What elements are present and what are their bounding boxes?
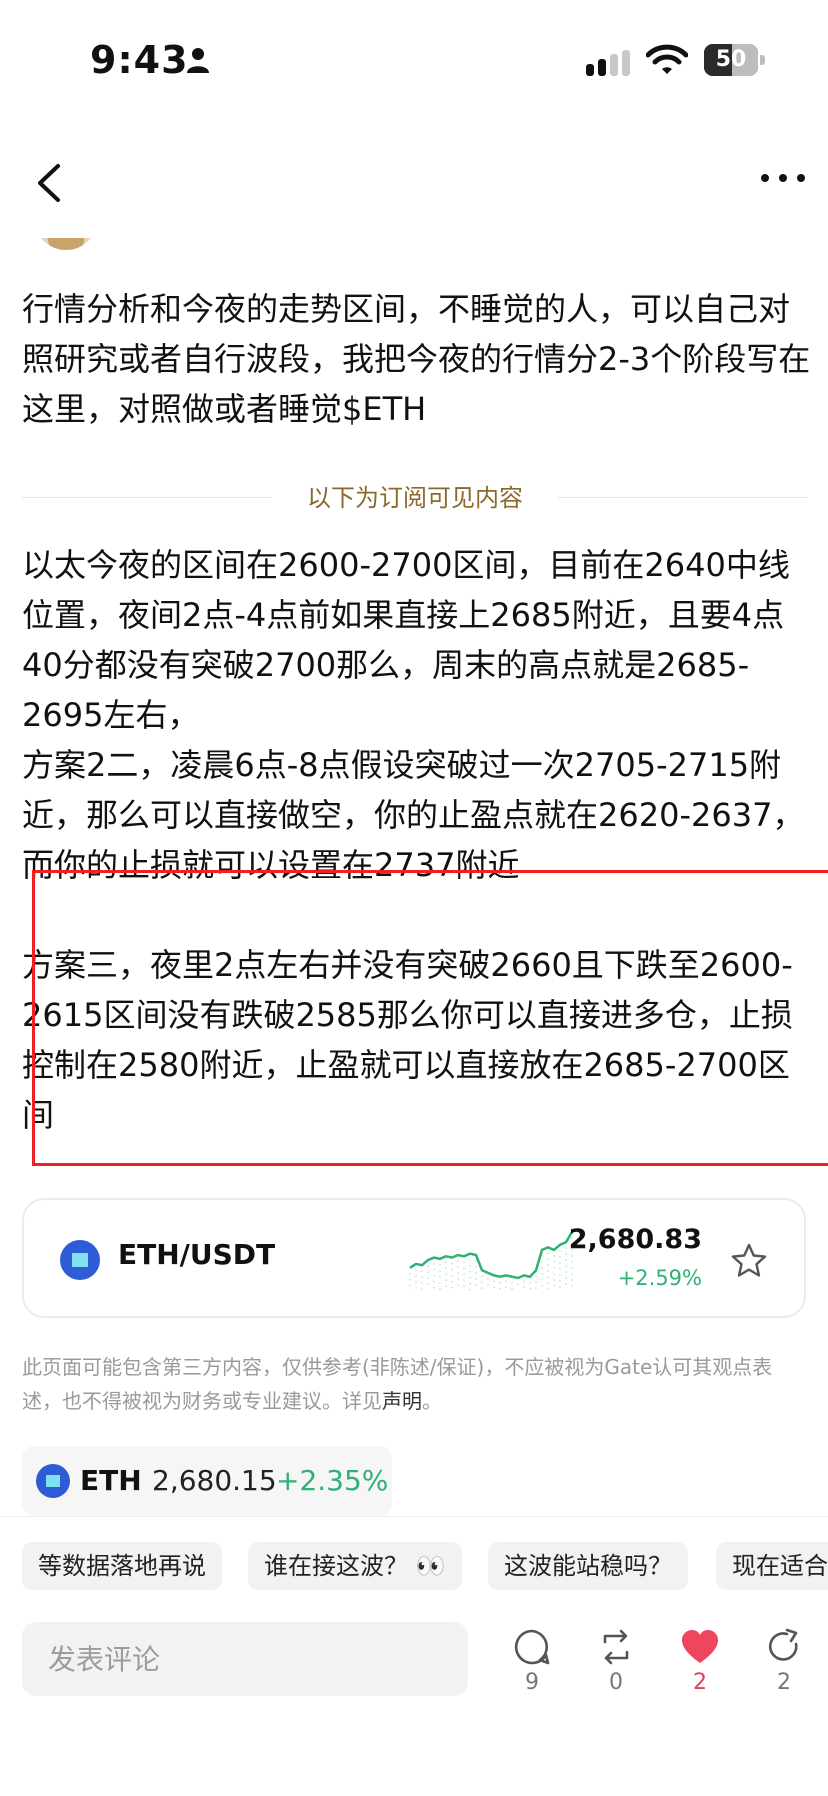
subscriber-divider-label: 以下为订阅可见内容 bbox=[307, 484, 523, 512]
price-sparkline bbox=[409, 1231, 574, 1291]
heart-icon bbox=[682, 1630, 718, 1663]
status-time: 9:43 bbox=[90, 38, 189, 82]
red-highlight-box bbox=[32, 870, 828, 1166]
comment-action[interactable]: 9 bbox=[502, 1628, 562, 1695]
eth-coin-icon bbox=[60, 1240, 100, 1280]
status-bar: 9:43 50 bbox=[0, 0, 828, 120]
repost-icon bbox=[603, 1629, 629, 1665]
disclaimer-link[interactable]: 声明 bbox=[382, 1389, 422, 1413]
battery-level: 50 bbox=[715, 47, 747, 72]
quick-reply-chip[interactable]: 现在适合 bbox=[716, 1542, 828, 1590]
person-icon bbox=[187, 48, 209, 73]
star-icon[interactable] bbox=[730, 1242, 768, 1280]
post-paragraph: 以太今夜的区间在2600-2700区间，目前在2640中线位置，夜间2点-4点前… bbox=[22, 546, 790, 734]
battery-icon: 50 bbox=[704, 44, 766, 76]
wifi-icon bbox=[646, 44, 688, 74]
ticker-change: +2.59% bbox=[617, 1266, 702, 1290]
post-intro: 行情分析和今夜的走势区间，不睡觉的人，可以自己对照研究或者自行波段，我把今夜的行… bbox=[22, 290, 811, 428]
back-icon[interactable] bbox=[30, 160, 70, 206]
signal-icon bbox=[586, 50, 630, 76]
quick-reply-chip[interactable]: 这波能站稳吗？ bbox=[488, 1542, 688, 1590]
quick-reply-chip[interactable]: 等数据落地再说 bbox=[22, 1542, 222, 1590]
disclaimer-end: 。 bbox=[422, 1389, 442, 1413]
disclaimer: 此页面可能包含第三方内容，仅供参考(非陈述/保证)，不应被视为Gate认可其观点… bbox=[22, 1350, 806, 1418]
coin-chip-symbol: ETH bbox=[80, 1464, 142, 1497]
comment-count: 9 bbox=[525, 1670, 539, 1695]
like-count: 2 bbox=[693, 1670, 707, 1695]
coin-chip-price: 2,680.15 bbox=[152, 1464, 277, 1497]
more-options-icon[interactable] bbox=[760, 168, 806, 188]
author-avatar[interactable] bbox=[34, 238, 98, 250]
repost-count: 0 bbox=[609, 1670, 623, 1695]
repost-action[interactable]: 0 bbox=[586, 1628, 646, 1695]
coin-chip[interactable]: ETH 2,680.15 +2.35% bbox=[22, 1446, 392, 1516]
post-paragraph: 方案2二，凌晨6点-8点假设突破过一次2705-2715附近，那么可以直接做空，… bbox=[22, 746, 805, 884]
divider bbox=[0, 1516, 828, 1517]
share-count: 2 bbox=[777, 1670, 791, 1695]
ticker-pair: ETH/USDT bbox=[118, 1238, 276, 1271]
ticker-card[interactable]: ETH/USDT 2,680.83 +2.59% bbox=[22, 1198, 806, 1318]
share-icon bbox=[768, 1628, 798, 1661]
subscriber-divider: 以下为订阅可见内容 bbox=[22, 478, 808, 518]
like-action[interactable]: 2 bbox=[670, 1628, 730, 1695]
eth-coin-icon bbox=[36, 1464, 70, 1498]
ticker-price: 2,680.83 bbox=[568, 1224, 702, 1255]
comment-icon bbox=[514, 1629, 550, 1665]
comment-input[interactable] bbox=[22, 1622, 468, 1696]
share-action[interactable]: 2 bbox=[754, 1628, 814, 1695]
quick-reply-chip[interactable]: 谁在接这波？ 👀 bbox=[248, 1542, 462, 1590]
coin-chip-change: +2.35% bbox=[276, 1464, 389, 1497]
